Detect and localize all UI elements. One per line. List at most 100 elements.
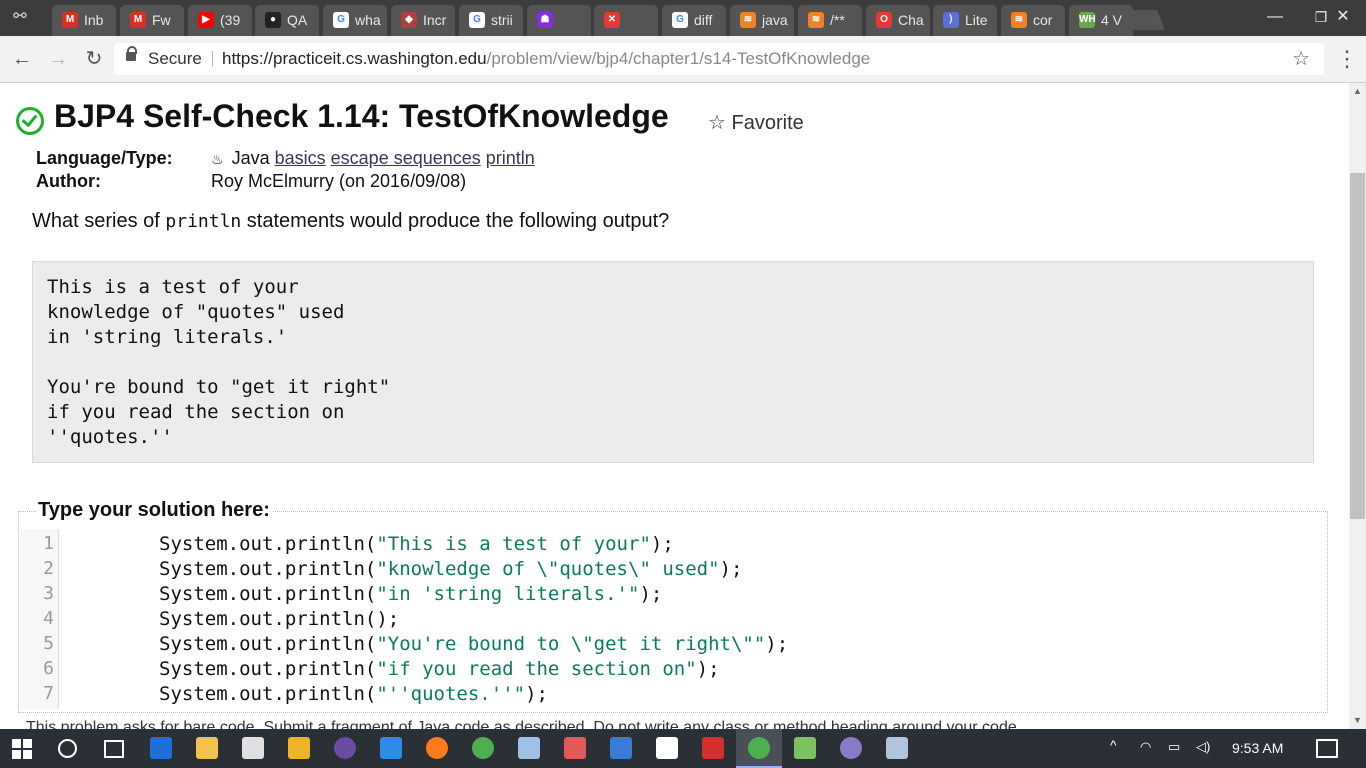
page-content: BJP4 Self-Check 1.14: TestOfKnowledge ☆ … [0,83,1349,729]
output-line: You're bound to "get it right" [47,376,391,398]
browser-tab[interactable]: ☗ [527,5,591,36]
scroll-thumb[interactable] [1350,173,1365,519]
reload-button[interactable]: ↻ [82,47,106,71]
browser-tab[interactable]: ◆ Incr [391,5,455,36]
code-pre: System.out.println( [159,583,377,605]
eclipse-2-icon[interactable] [840,737,862,759]
windows-start-icon[interactable] [12,739,32,759]
browser-tab[interactable]: Gstrii [459,5,523,36]
code-post: ); [765,633,789,655]
favorite-button[interactable]: ☆ Favorite [708,110,804,135]
notifications-icon[interactable] [1316,739,1338,758]
code-str: "This is a test of your" [376,533,651,555]
url-path: /problem/view/bjp4/chapter1/s14-TestOfKn… [486,49,871,68]
url-separator [212,51,213,67]
new-tab-button[interactable] [1121,10,1165,30]
search-icon[interactable] [58,739,77,758]
browser-tab[interactable]: Gdiff [662,5,726,36]
mail-icon[interactable] [656,737,678,759]
code-line[interactable]: System.out.println("''quotes.''"); [159,683,548,705]
code-line[interactable]: System.out.println("You're bound to \"ge… [159,633,788,655]
litera-icon: ⟩ [943,12,959,28]
code-line[interactable]: System.out.println("knowledge of \"quote… [159,558,742,580]
store-icon[interactable] [242,737,264,759]
firefox-icon[interactable] [426,737,448,759]
url-text[interactable]: https://practiceit.cs.washington.edu/pro… [222,43,870,75]
browser-tab[interactable]: ≋ cor [1001,5,1065,36]
browser-tab[interactable]: ≋ java [730,5,794,36]
solved-check-icon [16,107,44,135]
favorite-label: Favorite [731,112,804,134]
scroll-down-arrow-icon[interactable]: ▼ [1349,712,1366,729]
line-number: 5 [43,633,54,654]
browser-tab[interactable]: ≋ /** [798,5,862,36]
code-str: "knowledge of \"quotes\" used" [376,558,720,580]
file-explorer-icon[interactable] [196,737,218,759]
forward-button[interactable]: → [46,47,70,71]
question-prefix: What series of [32,210,166,232]
address-bar[interactable]: Secure https://practiceit.cs.washington.… [114,43,1324,75]
tab-label: strii [491,12,513,28]
menu-icon[interactable]: ⋮ [1336,47,1358,71]
output-line: if you read the section on [47,401,345,423]
code-line[interactable]: System.out.println("if you read the sect… [159,658,720,680]
tag-link-basics[interactable]: basics [275,148,326,168]
git-icon[interactable] [794,737,816,759]
eclipse-icon[interactable] [334,737,356,759]
vertical-scrollbar[interactable]: ▲ ▼ [1349,83,1366,729]
browser-tab[interactable]: Gwha [323,5,387,36]
browser-tab[interactable]: M Fw [120,5,184,36]
tab-label: wha [355,12,381,28]
author-label: Author: [36,171,101,191]
stackoverflow-icon: ≋ [808,12,824,28]
scroll-up-arrow-icon[interactable]: ▲ [1349,83,1366,100]
gmail-icon: M [62,12,78,28]
edge-icon[interactable] [150,737,172,759]
output-line: in 'string literals.' [47,326,288,348]
code-line[interactable]: System.out.println("This is a test of yo… [159,533,674,555]
tag-link-println[interactable]: println [486,148,535,168]
battery-icon[interactable]: ▭ [1168,739,1180,755]
internet-explorer-icon[interactable] [380,737,402,759]
taskbar-clock[interactable]: 9:53 AM [1232,740,1283,756]
wifi-icon[interactable]: ◠ [1140,739,1151,755]
browser-tab[interactable]: ✕ [594,5,658,36]
code-line[interactable]: System.out.println("in 'string literals.… [159,583,662,605]
calculator-grid-icon[interactable] [288,737,310,759]
code-pre: System.out.println( [159,558,377,580]
chrome-active-icon[interactable] [748,737,770,759]
volume-icon[interactable]: ◁) [1196,739,1210,755]
tray-expand-icon[interactable]: ^ [1110,737,1117,753]
language-label: Language/Type: [36,148,173,168]
browser-toolbar: ← → ↻ Secure https://practiceit.cs.washi… [0,36,1366,83]
youtube-icon: ▶ [198,12,214,28]
bookmark-star-icon[interactable]: ☆ [1292,43,1310,75]
minimize-button[interactable]: — [1252,0,1298,34]
browser-tab[interactable]: ▶ (39 [188,5,252,36]
google-icon: G [672,12,688,28]
code-line[interactable]: System.out.println(); [159,608,399,630]
code-str: "You're bound to \"get it right\"" [376,633,766,655]
acrobat-icon[interactable] [702,737,724,759]
browser-tab[interactable]: O Cha [866,5,930,36]
photos-icon[interactable] [518,737,540,759]
task-view-icon[interactable] [104,740,124,758]
incognito-icon: ⚯ [13,8,27,25]
close-window-button[interactable]: ✕ [1320,0,1366,34]
browser-tab[interactable]: M Inb [52,5,116,36]
browser-tab[interactable]: ⟩ Lite [933,5,997,36]
back-button[interactable]: ← [10,47,34,71]
tab-label: diff [694,12,713,28]
code-str: "''quotes.''" [376,683,526,705]
chrome-icon[interactable] [472,737,494,759]
code-str: "in 'string literals.'" [376,583,640,605]
java-icon: ♨ [211,151,224,167]
download-icon[interactable] [610,737,632,759]
tag-link-escape-sequences[interactable]: escape sequences [331,148,481,168]
tab-label: 4 V [1101,12,1123,28]
tool-icon[interactable] [886,737,908,759]
code-post: ); [650,533,674,555]
package-icon: ◆ [401,12,417,28]
paint-icon[interactable] [564,737,586,759]
browser-tab[interactable]: ● QA [255,5,319,36]
